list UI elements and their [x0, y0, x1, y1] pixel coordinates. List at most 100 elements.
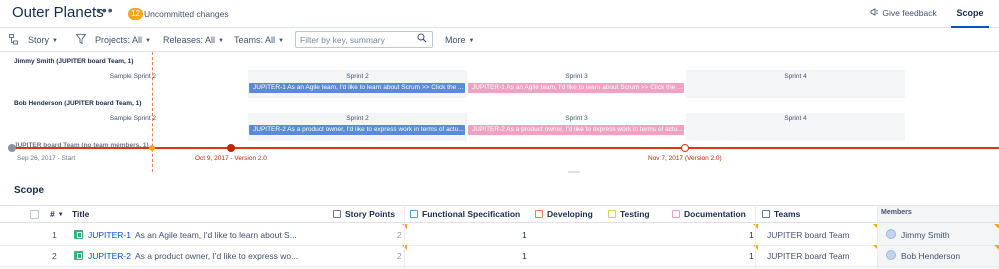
uncommitted-changes-link[interactable]: Uncommitted changes	[144, 9, 229, 19]
give-feedback-label: Give feedback	[882, 8, 937, 18]
projects-filter-label: Projects: All	[95, 35, 143, 45]
column-header-functional-spec[interactable]: Functional Specification	[410, 209, 520, 219]
collapse-icon	[333, 210, 341, 218]
hierarchy-icon[interactable]	[9, 34, 18, 47]
sort-down-icon: ▼	[57, 212, 64, 218]
teams-filter-label: Teams: All	[234, 35, 276, 45]
teams-filter[interactable]: Teams: All ▼	[234, 35, 284, 45]
estimate-flag-icon	[994, 224, 999, 229]
timeline-person-label: Jimmy Smith (JUPITER board Team, 1)	[14, 58, 134, 65]
collapse-icon	[762, 210, 770, 218]
timeline-issue-bar[interactable]: JUPITER-2 As a product owner, I'd like t…	[249, 125, 465, 135]
release-start-label: Sep 26, 2017 - Start	[17, 155, 76, 162]
timeline-issue-bar[interactable]: JUPITER-1 As an Agile team, I'd like to …	[249, 83, 465, 93]
column-header-number[interactable]: # ▼	[50, 209, 64, 219]
story-dropdown[interactable]: Story ▼	[28, 35, 58, 45]
filter-icon	[75, 34, 87, 46]
column-header-documentation[interactable]: Documentation	[672, 209, 746, 219]
column-divider	[877, 205, 878, 269]
story-icon	[74, 230, 83, 239]
today-dot	[149, 145, 155, 151]
issue-summary[interactable]: As an Agile team, I'd like to learn abou…	[135, 230, 297, 240]
releases-filter-label: Releases: All	[163, 35, 216, 45]
chevron-down-icon: ▼	[145, 38, 151, 44]
column-header-teams[interactable]: Teams	[762, 209, 800, 219]
row-number: 2	[52, 251, 57, 261]
timeline-issue-bar[interactable]: JUPITER-1 As an Agile team, I'd like to …	[468, 83, 684, 93]
documentation-value[interactable]: 1	[749, 251, 754, 261]
sprint-label: Sample Sprint 2	[109, 115, 156, 122]
column-number-label: #	[50, 209, 55, 219]
issue-key-link[interactable]: JUPITER-2	[88, 251, 131, 261]
sprint-label: Sprint 2	[346, 73, 369, 80]
give-feedback-button[interactable]: Give feedback	[870, 8, 937, 18]
row-number: 1	[52, 230, 57, 240]
column-developing-label: Developing	[547, 209, 593, 219]
story-dropdown-label: Story	[28, 35, 50, 45]
column-divider	[404, 205, 405, 269]
release-start-marker[interactable]	[8, 144, 16, 152]
megaphone-icon	[870, 8, 880, 18]
toolbar: Story ▼ Projects: All ▼ Releases: All ▼ Tea…	[0, 28, 999, 52]
stage-color-icon	[608, 210, 616, 218]
column-documentation-label: Documentation	[684, 209, 746, 219]
team-value[interactable]: JUPITER board Team	[767, 251, 850, 261]
release-marker[interactable]	[681, 144, 689, 152]
sprint-label: Sprint 3	[565, 115, 588, 122]
functional-spec-value[interactable]: 1	[522, 251, 527, 261]
releases-filter[interactable]: Releases: All ▼	[163, 35, 224, 45]
table-row[interactable]: 2 JUPITER-2 As a product owner, I'd like…	[0, 245, 999, 267]
release-marker[interactable]	[227, 144, 235, 152]
stage-color-icon	[535, 210, 543, 218]
more-dropdown[interactable]: More ▼	[445, 35, 474, 45]
story-points-value[interactable]: 2	[397, 251, 402, 261]
timeline-person-label: Bob Henderson (JUPITER board Team, 1)	[14, 100, 142, 107]
timeline: Jimmy Smith (JUPITER board Team, 1) Samp…	[0, 52, 999, 173]
more-dropdown-label: More	[445, 35, 466, 45]
column-header-story-points[interactable]: Story Points	[333, 209, 395, 219]
filter-search-input[interactable]	[295, 31, 433, 48]
member-value[interactable]: Jimmy Smith	[901, 230, 950, 240]
column-header-testing[interactable]: Testing	[608, 209, 650, 219]
release-label: Oct 9, 2017 - Version 2.0	[195, 155, 267, 162]
tab-scope[interactable]: Scope	[951, 0, 989, 28]
more-actions-button[interactable]: •••	[96, 2, 114, 18]
app-header: Outer Planets ••• 12 Uncommitted changes…	[0, 0, 999, 28]
sprint-label: Sprint 4	[784, 73, 807, 80]
column-story-points-label: Story Points	[345, 209, 396, 219]
documentation-value[interactable]: 1	[749, 230, 754, 240]
story-icon	[74, 251, 83, 260]
uncommitted-count-badge[interactable]: 12	[128, 8, 143, 20]
column-teams-label: Teams	[774, 209, 801, 219]
stage-color-icon	[410, 210, 418, 218]
table-row[interactable]: 1 JUPITER-1 As an Agile team, I'd like t…	[0, 224, 999, 246]
avatar	[886, 250, 896, 260]
avatar	[886, 229, 896, 239]
story-points-value[interactable]: 2	[397, 230, 402, 240]
select-all-checkbox[interactable]	[30, 210, 39, 221]
today-marker	[152, 52, 153, 172]
chevron-down-icon: ▼	[218, 38, 224, 44]
member-value[interactable]: Bob Henderson	[901, 251, 960, 261]
issue-summary[interactable]: As a product owner, I'd like to express …	[135, 251, 298, 261]
column-header-title[interactable]: Title	[72, 209, 89, 219]
timeline-issue-bar[interactable]: JUPITER-2 As a product owner, I'd like t…	[468, 125, 684, 135]
table-header: # ▼ Title Story Points Functional Specifi…	[0, 205, 999, 223]
column-divider	[755, 205, 756, 269]
page-title: Outer Planets	[12, 4, 104, 21]
column-testing-label: Testing	[620, 209, 650, 219]
search-icon[interactable]	[417, 33, 429, 45]
scope-section-title: Scope	[14, 185, 45, 196]
column-functional-spec-label: Functional Specification	[422, 209, 521, 219]
issue-key-link[interactable]: JUPITER-1	[88, 230, 131, 240]
sprint-label: Sprint 3	[565, 73, 588, 80]
column-header-members[interactable]: Members	[881, 209, 912, 216]
sprint-label: Sprint 4	[784, 115, 807, 122]
team-value[interactable]: JUPITER board Team	[767, 230, 850, 240]
chevron-down-icon: ▼	[278, 38, 284, 44]
functional-spec-value[interactable]: 1	[522, 230, 527, 240]
release-line	[8, 147, 999, 149]
column-header-developing[interactable]: Developing	[535, 209, 593, 219]
resize-handle[interactable]	[568, 171, 580, 173]
projects-filter[interactable]: Projects: All ▼	[95, 35, 151, 45]
